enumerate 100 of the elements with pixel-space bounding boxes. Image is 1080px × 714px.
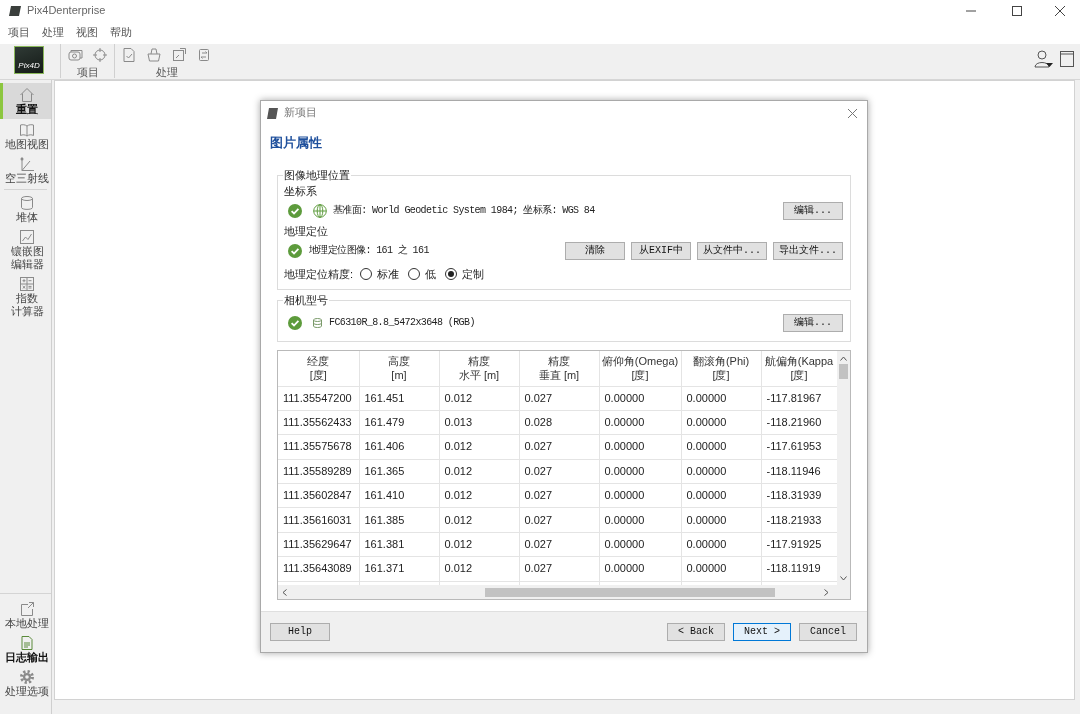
table-cell: 0.013: [439, 410, 519, 435]
app-icon: [9, 5, 21, 17]
table-cell: 0.012: [439, 532, 519, 557]
home-icon: [19, 87, 35, 103]
panel-icon[interactable]: [1060, 51, 1074, 67]
table-cell: 0.012: [439, 459, 519, 484]
globe-icon: [313, 204, 327, 218]
maximize-icon[interactable]: [1012, 6, 1022, 16]
column-unit: [度]: [630, 368, 650, 383]
column-title: 精度: [547, 354, 571, 369]
column-title: 俯仰角(Omega): [600, 354, 680, 369]
radio-label: 定制: [462, 267, 485, 282]
table-cell: 111.35629647: [278, 532, 359, 557]
table-cell: 111.35547200: [278, 386, 359, 411]
camera-model-text: FC6310R_8.8_5472x3648 (RGB): [329, 317, 475, 329]
table-cell: 0.00000: [681, 483, 761, 508]
window-title: Pix4Denterprise: [27, 4, 106, 18]
chevron-left-icon[interactable]: [282, 588, 287, 596]
group-title: 图像地理位置: [283, 168, 351, 182]
image-frame-icon: [19, 229, 35, 245]
chevron-down-icon[interactable]: [840, 576, 847, 581]
table-cell: 0.00000: [681, 434, 761, 460]
table-cell: 0.00000: [599, 532, 681, 557]
scrollbar-thumb[interactable]: [485, 587, 775, 597]
sidebar-item[interactable]: 处理选项: [0, 666, 51, 700]
sidebar-item[interactable]: 本地处理: [0, 598, 51, 632]
table-cell: 161.381: [359, 532, 439, 557]
table-cell: 0.00000: [599, 434, 681, 460]
table-cell: 111.35602847: [278, 483, 359, 508]
radio-label: 低: [425, 267, 437, 282]
edit-button[interactable]: 编辑...: [783, 202, 843, 220]
table-cell: 0.027: [519, 434, 599, 460]
radio-button[interactable]: [408, 268, 421, 280]
basket-icon[interactable]: [146, 47, 162, 63]
radio-button[interactable]: [445, 268, 458, 280]
coordinate-system-text: 基准面: World Geodetic System 1984; 坐标系: WGS 84: [333, 205, 595, 217]
sidebar-item[interactable]: 空三射线: [0, 153, 51, 187]
table-cell: 111.35616031: [278, 507, 359, 533]
table-cell: 161.451: [359, 386, 439, 411]
export-button[interactable]: 导出文件...: [773, 242, 843, 260]
help-button[interactable]: Help: [270, 623, 330, 641]
sidebar-item[interactable]: 指数计算器: [0, 273, 51, 320]
column-title: 航偏角(Kappa: [763, 354, 835, 369]
menu-item[interactable]: 视图: [70, 26, 104, 40]
chevron-right-icon[interactable]: [824, 588, 829, 596]
table-cell: 0.00000: [681, 556, 761, 582]
table-cell: 161.410: [359, 483, 439, 508]
sidebar-item[interactable]: 镶嵌图编辑器: [0, 226, 51, 273]
chevron-up-icon[interactable]: [840, 356, 847, 361]
import-button[interactable]: 从文件中...: [696, 242, 767, 260]
table-cell: 111.35562433: [278, 410, 359, 435]
radio-label: 标准: [377, 267, 400, 282]
close-icon[interactable]: [1055, 6, 1065, 16]
sidebar-item[interactable]: 堆体: [0, 192, 51, 226]
box-arrow-icon: [19, 601, 35, 617]
table-cell: 161.406: [359, 434, 439, 460]
square-arrows-icon[interactable]: [171, 47, 187, 63]
column-title: 高度: [387, 354, 411, 369]
geolocation-text: 地理定位图像: 161 之 161: [309, 245, 429, 257]
document-check-icon[interactable]: [121, 47, 137, 63]
column-unit: [度]: [789, 368, 809, 383]
column-unit: [度]: [711, 368, 731, 383]
table-cell: 111.35589289: [278, 459, 359, 484]
menu-item[interactable]: 处理: [36, 26, 70, 40]
table-cell: 161.385: [359, 507, 439, 533]
table-cell: 0.00000: [681, 410, 761, 435]
back-button[interactable]: < Back: [667, 623, 725, 641]
table-cell: 0.00000: [599, 507, 681, 533]
clear-button[interactable]: 清除: [564, 242, 625, 260]
table-cell: 0.012: [439, 507, 519, 533]
user-icon[interactable]: [1034, 50, 1053, 68]
document-icon: [19, 635, 35, 651]
app-icon: [267, 107, 278, 119]
radio-button[interactable]: [360, 268, 373, 280]
menu-item[interactable]: 帮助: [104, 26, 138, 40]
menu-item[interactable]: 项目: [2, 26, 36, 40]
sidebar-item[interactable]: 日志输出: [0, 632, 51, 666]
section-label: 地理定位: [284, 224, 329, 239]
table-cell: 111.35575678: [278, 434, 359, 460]
column-title: 经度: [306, 354, 331, 369]
scrollbar-thumb[interactable]: [839, 364, 848, 379]
table-cell: 0.00000: [681, 507, 761, 533]
sidebar-item[interactable]: 地图视图: [0, 119, 51, 153]
next-button[interactable]: Next >: [733, 623, 791, 641]
column-title: 精度: [467, 354, 491, 369]
crosshair-icon[interactable]: [92, 47, 108, 63]
table-cell: 0.012: [439, 556, 519, 582]
images-icon[interactable]: [67, 47, 83, 63]
table-cell: 0.012: [439, 483, 519, 508]
table-cell: 0.027: [519, 507, 599, 533]
field-label: 地理定位精度:: [284, 267, 354, 282]
cancel-button[interactable]: Cancel: [799, 623, 857, 641]
table-cell: 0.012: [439, 386, 519, 411]
table-cell: 0.027: [519, 459, 599, 484]
table-cell: 0.00000: [599, 459, 681, 484]
square-refresh-icon[interactable]: [196, 47, 212, 63]
sidebar-item[interactable]: 重置: [0, 83, 51, 119]
close-icon[interactable]: [848, 108, 857, 118]
edit-button[interactable]: 编辑...: [783, 314, 843, 332]
import-button[interactable]: 从EXIF中: [630, 242, 691, 260]
